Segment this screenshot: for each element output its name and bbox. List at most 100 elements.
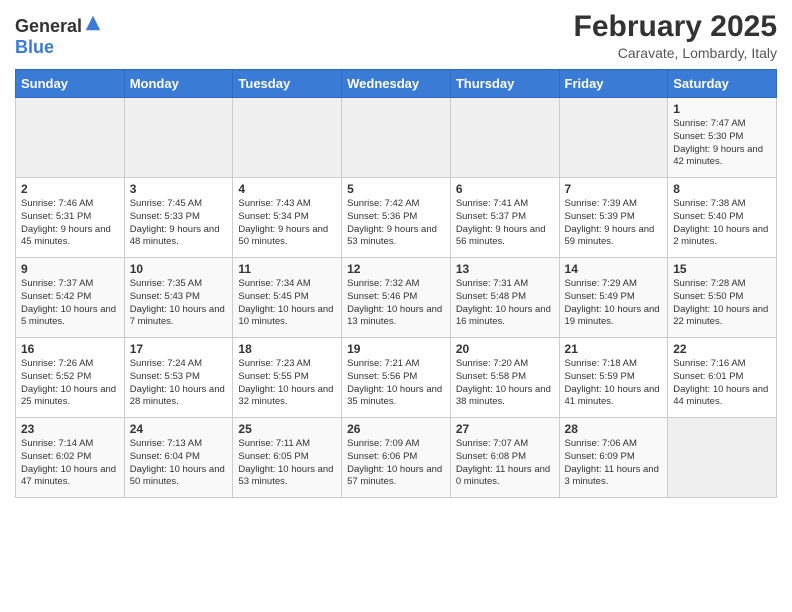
calendar-week-1: 1 Sunrise: 7:47 AM Sunset: 5:30 PM Daylig… xyxy=(16,98,777,178)
col-sunday: Sunday xyxy=(16,70,125,98)
calendar-cell: 12 Sunrise: 7:32 AM Sunset: 5:46 PM Dayli… xyxy=(342,258,451,338)
calendar-cell: 28 Sunrise: 7:06 AM Sunset: 6:09 PM Dayli… xyxy=(559,418,668,498)
day-number: 15 xyxy=(673,262,771,276)
col-tuesday: Tuesday xyxy=(233,70,342,98)
calendar-cell xyxy=(16,98,125,178)
day-info: Sunrise: 7:16 AM Sunset: 6:01 PM Dayligh… xyxy=(673,358,771,409)
day-info: Sunrise: 7:18 AM Sunset: 5:59 PM Dayligh… xyxy=(565,358,663,409)
day-number: 3 xyxy=(130,182,228,196)
calendar-cell: 22 Sunrise: 7:16 AM Sunset: 6:01 PM Dayli… xyxy=(668,338,777,418)
page: General Blue February 2025 Caravate, Lom… xyxy=(0,0,792,612)
day-info: Sunrise: 7:28 AM Sunset: 5:50 PM Dayligh… xyxy=(673,278,771,329)
calendar-cell: 8 Sunrise: 7:38 AM Sunset: 5:40 PM Daylig… xyxy=(668,178,777,258)
logo-icon xyxy=(84,14,102,32)
day-number: 18 xyxy=(238,342,336,356)
day-info: Sunrise: 7:24 AM Sunset: 5:53 PM Dayligh… xyxy=(130,358,228,409)
day-number: 7 xyxy=(565,182,663,196)
calendar-cell: 25 Sunrise: 7:11 AM Sunset: 6:05 PM Dayli… xyxy=(233,418,342,498)
calendar-cell: 19 Sunrise: 7:21 AM Sunset: 5:56 PM Dayli… xyxy=(342,338,451,418)
day-info: Sunrise: 7:43 AM Sunset: 5:34 PM Dayligh… xyxy=(238,198,336,249)
day-number: 19 xyxy=(347,342,445,356)
calendar-cell xyxy=(668,418,777,498)
day-number: 5 xyxy=(347,182,445,196)
calendar-cell: 21 Sunrise: 7:18 AM Sunset: 5:59 PM Dayli… xyxy=(559,338,668,418)
day-number: 23 xyxy=(21,422,119,436)
col-thursday: Thursday xyxy=(450,70,559,98)
calendar-cell: 16 Sunrise: 7:26 AM Sunset: 5:52 PM Dayli… xyxy=(16,338,125,418)
calendar-header-row: Sunday Monday Tuesday Wednesday Thursday… xyxy=(16,70,777,98)
calendar-cell xyxy=(450,98,559,178)
day-number: 14 xyxy=(565,262,663,276)
day-number: 24 xyxy=(130,422,228,436)
day-info: Sunrise: 7:46 AM Sunset: 5:31 PM Dayligh… xyxy=(21,198,119,249)
day-number: 1 xyxy=(673,102,771,116)
day-info: Sunrise: 7:29 AM Sunset: 5:49 PM Dayligh… xyxy=(565,278,663,329)
day-number: 28 xyxy=(565,422,663,436)
month-title: February 2025 xyxy=(574,10,777,43)
calendar-cell: 7 Sunrise: 7:39 AM Sunset: 5:39 PM Daylig… xyxy=(559,178,668,258)
calendar-cell: 13 Sunrise: 7:31 AM Sunset: 5:48 PM Dayli… xyxy=(450,258,559,338)
day-info: Sunrise: 7:39 AM Sunset: 5:39 PM Dayligh… xyxy=(565,198,663,249)
calendar-cell: 20 Sunrise: 7:20 AM Sunset: 5:58 PM Dayli… xyxy=(450,338,559,418)
calendar-cell xyxy=(342,98,451,178)
day-number: 22 xyxy=(673,342,771,356)
day-info: Sunrise: 7:35 AM Sunset: 5:43 PM Dayligh… xyxy=(130,278,228,329)
day-info: Sunrise: 7:34 AM Sunset: 5:45 PM Dayligh… xyxy=(238,278,336,329)
day-number: 25 xyxy=(238,422,336,436)
day-info: Sunrise: 7:20 AM Sunset: 5:58 PM Dayligh… xyxy=(456,358,554,409)
day-info: Sunrise: 7:26 AM Sunset: 5:52 PM Dayligh… xyxy=(21,358,119,409)
day-info: Sunrise: 7:13 AM Sunset: 6:04 PM Dayligh… xyxy=(130,438,228,489)
calendar-cell: 14 Sunrise: 7:29 AM Sunset: 5:49 PM Dayli… xyxy=(559,258,668,338)
col-wednesday: Wednesday xyxy=(342,70,451,98)
calendar-cell: 3 Sunrise: 7:45 AM Sunset: 5:33 PM Daylig… xyxy=(124,178,233,258)
day-number: 26 xyxy=(347,422,445,436)
day-info: Sunrise: 7:09 AM Sunset: 6:06 PM Dayligh… xyxy=(347,438,445,489)
day-info: Sunrise: 7:21 AM Sunset: 5:56 PM Dayligh… xyxy=(347,358,445,409)
day-info: Sunrise: 7:47 AM Sunset: 5:30 PM Dayligh… xyxy=(673,118,771,169)
location: Caravate, Lombardy, Italy xyxy=(574,45,777,61)
calendar-cell: 11 Sunrise: 7:34 AM Sunset: 5:45 PM Dayli… xyxy=(233,258,342,338)
calendar-cell: 24 Sunrise: 7:13 AM Sunset: 6:04 PM Dayli… xyxy=(124,418,233,498)
day-info: Sunrise: 7:42 AM Sunset: 5:36 PM Dayligh… xyxy=(347,198,445,249)
calendar-cell: 26 Sunrise: 7:09 AM Sunset: 6:06 PM Dayli… xyxy=(342,418,451,498)
day-number: 20 xyxy=(456,342,554,356)
col-saturday: Saturday xyxy=(668,70,777,98)
day-number: 6 xyxy=(456,182,554,196)
calendar-cell: 27Sunrise: 7:07 AM Sunset: 6:08 PM Dayli… xyxy=(450,418,559,498)
day-info: Sunrise: 7:23 AM Sunset: 5:55 PM Dayligh… xyxy=(238,358,336,409)
calendar-cell: 6 Sunrise: 7:41 AM Sunset: 5:37 PM Daylig… xyxy=(450,178,559,258)
calendar-cell: 17Sunrise: 7:24 AM Sunset: 5:53 PM Dayli… xyxy=(124,338,233,418)
day-number: 12 xyxy=(347,262,445,276)
day-info: Sunrise: 7:38 AM Sunset: 5:40 PM Dayligh… xyxy=(673,198,771,249)
calendar-cell: 5 Sunrise: 7:42 AM Sunset: 5:36 PM Daylig… xyxy=(342,178,451,258)
calendar-cell: 23 Sunrise: 7:14 AM Sunset: 6:02 PM Dayli… xyxy=(16,418,125,498)
calendar-cell xyxy=(559,98,668,178)
calendar-cell xyxy=(124,98,233,178)
day-number: 21 xyxy=(565,342,663,356)
day-info: Sunrise: 7:45 AM Sunset: 5:33 PM Dayligh… xyxy=(130,198,228,249)
day-number: 4 xyxy=(238,182,336,196)
logo: General Blue xyxy=(15,14,102,58)
day-info: Sunrise: 7:41 AM Sunset: 5:37 PM Dayligh… xyxy=(456,198,554,249)
calendar-cell: 2Sunrise: 7:46 AM Sunset: 5:31 PM Daylig… xyxy=(16,178,125,258)
title-area: February 2025 Caravate, Lombardy, Italy xyxy=(574,10,777,61)
col-friday: Friday xyxy=(559,70,668,98)
col-monday: Monday xyxy=(124,70,233,98)
day-info: Sunrise: 7:37 AM Sunset: 5:42 PM Dayligh… xyxy=(21,278,119,329)
day-info: Sunrise: 7:07 AM Sunset: 6:08 PM Dayligh… xyxy=(456,438,554,489)
day-number: 11 xyxy=(238,262,336,276)
calendar-cell: 1 Sunrise: 7:47 AM Sunset: 5:30 PM Daylig… xyxy=(668,98,777,178)
day-number: 16 xyxy=(21,342,119,356)
day-info: Sunrise: 7:32 AM Sunset: 5:46 PM Dayligh… xyxy=(347,278,445,329)
day-number: 13 xyxy=(456,262,554,276)
day-info: Sunrise: 7:31 AM Sunset: 5:48 PM Dayligh… xyxy=(456,278,554,329)
day-number: 8 xyxy=(673,182,771,196)
header: General Blue February 2025 Caravate, Lom… xyxy=(15,10,777,61)
day-info: Sunrise: 7:14 AM Sunset: 6:02 PM Dayligh… xyxy=(21,438,119,489)
day-info: Sunrise: 7:06 AM Sunset: 6:09 PM Dayligh… xyxy=(565,438,663,489)
calendar-week-4: 16 Sunrise: 7:26 AM Sunset: 5:52 PM Dayli… xyxy=(16,338,777,418)
calendar-cell: 9Sunrise: 7:37 AM Sunset: 5:42 PM Daylig… xyxy=(16,258,125,338)
day-info: Sunrise: 7:11 AM Sunset: 6:05 PM Dayligh… xyxy=(238,438,336,489)
logo-text: General Blue xyxy=(15,14,102,58)
day-number: 10 xyxy=(130,262,228,276)
